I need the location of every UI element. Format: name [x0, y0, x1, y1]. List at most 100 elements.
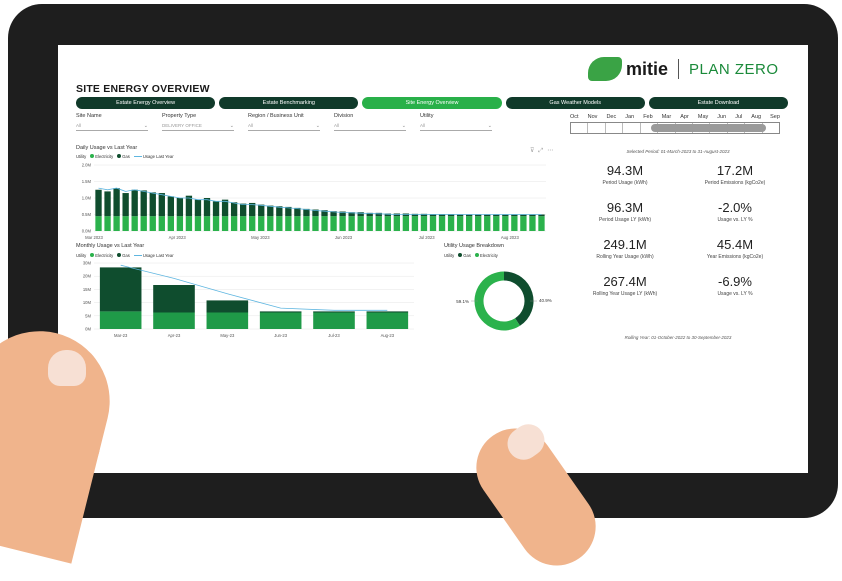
bar-gas: [176, 198, 184, 217]
bar-gas: [203, 198, 211, 217]
legend-label: Gas: [463, 253, 471, 258]
page-title: SITE ENERGY OVERVIEW: [76, 83, 210, 95]
bar-electricity: [321, 216, 328, 231]
month-label: Jun: [717, 114, 727, 120]
breakdown-legend: Utility Gas Electricity: [444, 253, 498, 258]
bar-electricity: [502, 216, 509, 231]
month-range-slider[interactable]: [570, 122, 780, 134]
bar-gas: [158, 193, 165, 217]
x-tick-label: Apr 2023: [169, 235, 187, 240]
property-type-select[interactable]: DELIVERY OFFICE ⌄: [162, 121, 234, 131]
visual-toolbar: ⊽⤢⋯: [530, 147, 557, 155]
legend-label: Electricity: [479, 253, 498, 258]
month-label: Jan: [625, 114, 635, 120]
y-tick-label: 0.5M: [82, 212, 92, 217]
division-select[interactable]: All ⌄: [334, 121, 406, 131]
filter-site-name: Site Name All ⌄: [76, 113, 148, 131]
month-label: Apr: [680, 114, 689, 120]
more-options-icon[interactable]: ⋯: [547, 148, 557, 154]
bar-gas: [167, 196, 175, 217]
y-tick-label: 1.5M: [82, 179, 92, 184]
chevron-down-icon: ⌄: [315, 122, 320, 129]
legend-prefix: Utility: [76, 253, 87, 258]
selected-range-handle[interactable]: [651, 124, 766, 132]
kpi-label: Year Emissions (kgCo2e): [706, 254, 764, 260]
kpi-value: 267.4M: [603, 274, 647, 289]
bar-electricity: [294, 216, 301, 231]
legend-label: Gas: [122, 253, 130, 258]
kpi-year-emissions: 45.4M Year Emissions (kgCo2e): [680, 237, 790, 260]
kpi-value: 94.3M: [606, 163, 644, 178]
bar-electricity: [447, 216, 455, 231]
filter-bar: Site Name All ⌄ Property Type DELIVERY OF…: [76, 113, 492, 131]
bar-electricity: [456, 216, 464, 231]
bar-electricity: [420, 216, 428, 231]
bar-electricity: [158, 216, 165, 231]
bar-electricity: [538, 216, 545, 231]
month-label: Nov: [587, 114, 598, 120]
region-select[interactable]: All ⌄: [248, 121, 320, 131]
tab-estate-energy-overview[interactable]: Estate Energy Overview: [76, 97, 216, 109]
y-tick-label: 10M: [83, 300, 92, 305]
tab-estate-benchmarking[interactable]: Estate Benchmarking: [219, 97, 359, 109]
bar-electricity: [366, 312, 409, 329]
monthly-chart-legend: Utility Electricity Gas Usage Last Year: [76, 253, 174, 258]
bar-electricity: [95, 216, 102, 231]
bar-gas: [113, 188, 120, 217]
bar-electricity: [484, 216, 491, 231]
bar-electricity: [357, 216, 364, 231]
filter-label: Region / Business Unit: [248, 113, 304, 119]
bar-electricity: [167, 216, 175, 231]
bar-electricity: [330, 216, 337, 231]
kpi-label: Rolling Year Usage (kWh): [596, 254, 654, 260]
data-label: 40.9%: [539, 298, 552, 303]
month-label: Jul: [735, 114, 743, 120]
y-tick-label: 1.0M: [82, 196, 92, 201]
logo-divider: [678, 59, 680, 79]
kpi-value: 45.4M: [716, 237, 754, 252]
tab-gas-weather-models[interactable]: Gas Weather Models: [505, 97, 645, 109]
tab-site-energy-overview[interactable]: Site Energy Overview: [362, 97, 502, 109]
filter-label: Division: [334, 113, 354, 119]
tab-estate-download[interactable]: Estate Download: [648, 97, 789, 109]
bar-electricity: [239, 216, 247, 231]
kpi-value: -6.9%: [718, 274, 752, 289]
bar-electricity: [185, 216, 193, 231]
brand-logo: mitie PLAN ZERO: [588, 57, 779, 81]
filter-value: All: [420, 123, 426, 128]
legend-item-gas: Gas: [117, 154, 130, 159]
utility-select[interactable]: All ⌄: [420, 121, 492, 131]
legend-label: Usage Last Year: [142, 253, 174, 258]
donut-slice-gas: [503, 271, 534, 326]
legend-label: Gas: [122, 154, 130, 159]
site-name-select[interactable]: All ⌄: [76, 121, 148, 131]
filter-value: All: [334, 123, 340, 128]
bar-electricity: [140, 216, 147, 231]
bar-gas: [99, 267, 142, 312]
month-label: Sep: [770, 114, 780, 120]
chevron-down-icon: ⌄: [229, 122, 234, 129]
y-tick-label: 2.0M: [82, 163, 92, 168]
bar-electricity: [475, 216, 482, 231]
bar-electricity: [393, 216, 401, 231]
filter-label: Site Name: [76, 113, 102, 119]
logo-wordmark: mitie: [626, 58, 669, 79]
bar-electricity: [285, 216, 292, 231]
bar-electricity: [348, 216, 355, 231]
focus-mode-icon[interactable]: ⤢: [538, 148, 547, 154]
bar-electricity: [529, 216, 536, 231]
bar-electricity: [212, 216, 220, 231]
bar-electricity: [339, 216, 346, 231]
dashboard-screen: SITE ENERGY OVERVIEW mitie PLAN ZERO Est…: [58, 45, 808, 473]
donut-slice-electricity: [474, 271, 520, 331]
bar-electricity: [402, 216, 410, 231]
filter-region: Region / Business Unit All ⌄: [248, 113, 320, 131]
legend-item-gas: Gas: [117, 253, 130, 258]
bar-electricity: [438, 216, 446, 231]
x-tick-label: Jul-23: [328, 333, 340, 338]
bar-electricity: [194, 216, 202, 231]
bar-electricity: [113, 216, 120, 231]
month-label: Dec: [606, 114, 617, 120]
chevron-down-icon: ⌄: [487, 122, 492, 129]
month-label: Feb: [643, 114, 653, 120]
